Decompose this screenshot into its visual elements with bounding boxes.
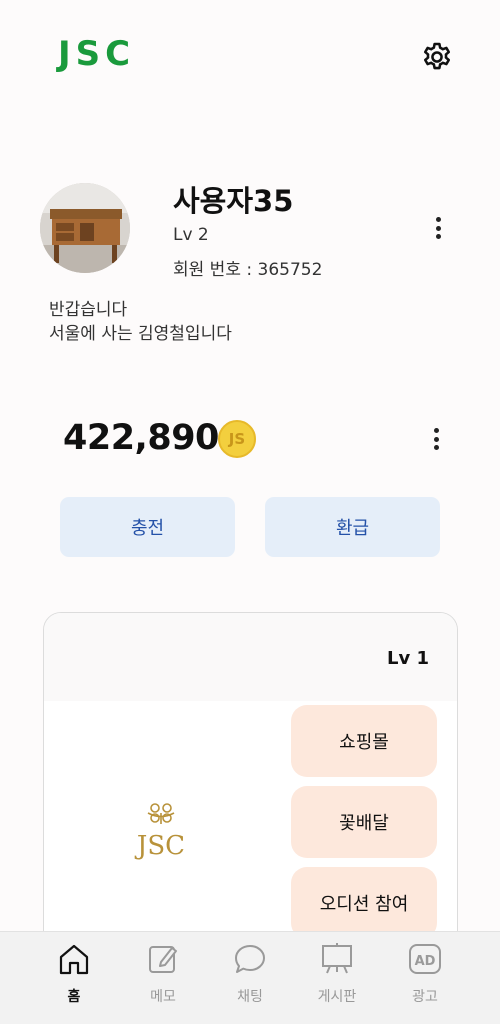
card-logo-text: JSC bbox=[134, 831, 185, 861]
nav-chat[interactable]: 채팅 bbox=[210, 942, 290, 1012]
nav-board-label: 게시판 bbox=[317, 989, 357, 1005]
nav-home-label: 홈 bbox=[67, 989, 81, 1005]
card-level: Lv 1 bbox=[387, 648, 429, 669]
profile-bio: 반갑습니다 서울에 사는 김영철입니다 bbox=[49, 298, 232, 346]
user-name: 사용자35 bbox=[173, 184, 294, 218]
member-number: 회원 번호 : 365752 bbox=[173, 260, 323, 280]
ad-icon: AD bbox=[409, 944, 441, 974]
bottom-nav: 홈 메모 채팅 게시판 AD 광고 bbox=[0, 931, 500, 1024]
jsc-gold-logo: JSC bbox=[126, 798, 196, 868]
nav-ad[interactable]: AD 광고 bbox=[385, 942, 465, 1012]
js-coin-icon: JS bbox=[218, 420, 256, 458]
home-icon bbox=[59, 944, 89, 975]
bio-line-1: 반갑습니다 bbox=[49, 300, 128, 320]
card-header: Lv 1 bbox=[44, 613, 457, 701]
refund-button[interactable]: 환급 bbox=[265, 497, 440, 557]
top-bar: JSC bbox=[0, 0, 500, 110]
nav-ad-label: 광고 bbox=[412, 989, 438, 1005]
nav-memo-label: 메모 bbox=[150, 989, 176, 1005]
profile-section: 사용자35 Lv 2 회원 번호 : 365752 반갑습니다 서울에 사는 김… bbox=[0, 170, 500, 360]
chat-icon bbox=[235, 945, 265, 973]
app-logo[interactable]: JSC bbox=[58, 34, 135, 74]
audition-join-button[interactable]: 오디션 참여 bbox=[291, 867, 437, 939]
avatar[interactable] bbox=[40, 183, 130, 273]
bio-line-2: 서울에 사는 김영철입니다 bbox=[49, 324, 232, 344]
wallet-more-icon[interactable] bbox=[426, 425, 446, 453]
nav-board[interactable]: 게시판 bbox=[297, 942, 377, 1012]
shopping-mall-button[interactable]: 쇼핑몰 bbox=[291, 705, 437, 777]
board-icon bbox=[322, 943, 352, 974]
user-level: Lv 2 bbox=[173, 225, 209, 245]
nav-chat-label: 채팅 bbox=[237, 989, 263, 1005]
settings-gear-icon[interactable] bbox=[420, 40, 454, 74]
coin-balance: 422,890 bbox=[63, 418, 219, 458]
flower-delivery-button[interactable]: 꽃배달 bbox=[291, 786, 437, 858]
level-card: Lv 1 JSC 쇼핑몰 꽃배달 오디션 참여 bbox=[43, 612, 458, 952]
memo-icon bbox=[149, 946, 177, 973]
nav-memo[interactable]: 메모 bbox=[123, 942, 203, 1012]
charge-button[interactable]: 충전 bbox=[60, 497, 235, 557]
svg-text:AD: AD bbox=[415, 954, 436, 969]
nav-home[interactable]: 홈 bbox=[34, 942, 114, 1012]
profile-more-icon[interactable] bbox=[428, 214, 448, 242]
